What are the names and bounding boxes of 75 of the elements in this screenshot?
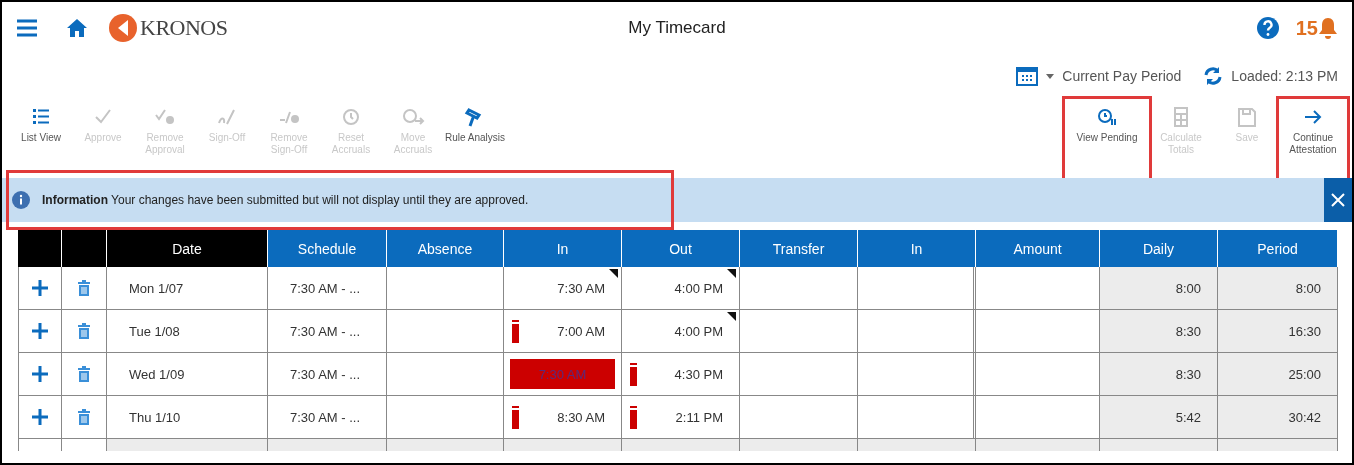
edit-corner-icon bbox=[727, 269, 736, 278]
table-cell: 16:30 bbox=[1288, 323, 1321, 339]
time-cell[interactable]: 7:00 AM bbox=[504, 310, 622, 353]
trash-icon[interactable] bbox=[77, 408, 91, 426]
time-text: 7:30 AM bbox=[557, 280, 605, 296]
column-header: Amount bbox=[976, 230, 1100, 267]
logo-icon bbox=[108, 13, 138, 43]
toolbar-button[interactable]: List View bbox=[10, 106, 72, 144]
column-header: Daily bbox=[1100, 230, 1218, 267]
close-button[interactable] bbox=[1324, 178, 1352, 222]
add-icon[interactable] bbox=[31, 365, 49, 383]
edit-corner-icon bbox=[609, 269, 618, 278]
time-text: 4:00 PM bbox=[674, 280, 723, 296]
time-text: 8:30 AM bbox=[557, 409, 605, 425]
add-icon[interactable] bbox=[31, 279, 49, 297]
save-icon bbox=[1235, 106, 1259, 128]
add-icon[interactable] bbox=[31, 408, 49, 426]
table-cell: 7:30 AM - ... bbox=[290, 366, 361, 382]
edit-corner-icon bbox=[727, 312, 736, 321]
home-icon[interactable] bbox=[66, 18, 88, 38]
clock-pause-icon bbox=[1095, 106, 1119, 128]
info-icon bbox=[12, 191, 30, 209]
column-header: Transfer bbox=[740, 230, 858, 267]
info-message: Information Your changes have been submitted but will not display until they are approved. bbox=[42, 193, 529, 207]
table-cell: 7:30 AM - ... bbox=[290, 280, 361, 296]
bell-icon[interactable] bbox=[1318, 17, 1338, 39]
loaded-time: Loaded: 2:13 PM bbox=[1231, 68, 1338, 84]
table-cell: Thu 1/10 bbox=[129, 409, 181, 425]
time-cell[interactable]: 4:30 PM bbox=[622, 353, 740, 396]
time-cell[interactable]: 4:00 PM bbox=[622, 267, 740, 310]
toolbar-button[interactable]: Continue Attestation bbox=[1282, 106, 1344, 156]
column-header: In bbox=[858, 230, 976, 267]
toolbar-button[interactable]: View Pending bbox=[1076, 106, 1138, 156]
calendar-icon[interactable] bbox=[1016, 66, 1039, 86]
table-cell: Wed 1/09 bbox=[129, 366, 185, 382]
help-icon[interactable] bbox=[1255, 16, 1280, 40]
table-cell: 7:30 AM - ... bbox=[290, 323, 361, 339]
column-header: Out bbox=[622, 230, 740, 267]
trash-icon[interactable] bbox=[77, 365, 91, 383]
refresh-icon[interactable] bbox=[1203, 66, 1224, 86]
column-header: Period bbox=[1218, 230, 1338, 267]
table-cell: 30:42 bbox=[1288, 409, 1321, 425]
column-header: Date bbox=[107, 230, 268, 267]
exception-marker bbox=[630, 408, 637, 429]
caret-icon[interactable] bbox=[1046, 73, 1055, 79]
pay-period-selector[interactable]: Current Pay Period bbox=[1062, 68, 1182, 84]
table-cell: 8:00 bbox=[1295, 280, 1321, 296]
table-cell: 7:30 AM - ... bbox=[290, 409, 361, 425]
trash-icon[interactable] bbox=[77, 279, 91, 297]
time-text: 2:11 PM bbox=[675, 409, 723, 425]
table-cell: 5:42 bbox=[1175, 409, 1201, 425]
trash-icon[interactable] bbox=[77, 322, 91, 340]
menu-icon[interactable] bbox=[16, 19, 38, 37]
logo-text: KRONOS bbox=[140, 15, 228, 41]
column-header: Absence bbox=[387, 230, 504, 267]
time-cell[interactable]: 4:00 PM bbox=[622, 310, 740, 353]
toolbar-button[interactable]: Rule Analysis bbox=[444, 106, 506, 144]
table-cell: Mon 1/07 bbox=[129, 280, 184, 296]
table-cell: 8:30 bbox=[1175, 323, 1201, 339]
close-icon bbox=[1331, 193, 1345, 207]
time-text: 7:00 AM bbox=[557, 323, 605, 339]
table-cell: 8:00 bbox=[1175, 280, 1201, 296]
page-title: My Timecard bbox=[628, 18, 726, 37]
table-cell: 8:30 bbox=[1175, 366, 1201, 382]
table-cell: Tue 1/08 bbox=[129, 323, 180, 339]
table-cell: 25:00 bbox=[1288, 366, 1321, 382]
exception-marker bbox=[630, 365, 637, 386]
exception-marker bbox=[512, 408, 519, 429]
time-text: 4:30 PM bbox=[674, 366, 723, 382]
time-cell[interactable]: 7:30 AM bbox=[504, 267, 622, 310]
add-icon[interactable] bbox=[31, 322, 49, 340]
column-header: In bbox=[504, 230, 622, 267]
exception-marker bbox=[512, 322, 519, 343]
column-header: Schedule bbox=[268, 230, 387, 267]
time-text: 4:00 PM bbox=[674, 323, 723, 339]
